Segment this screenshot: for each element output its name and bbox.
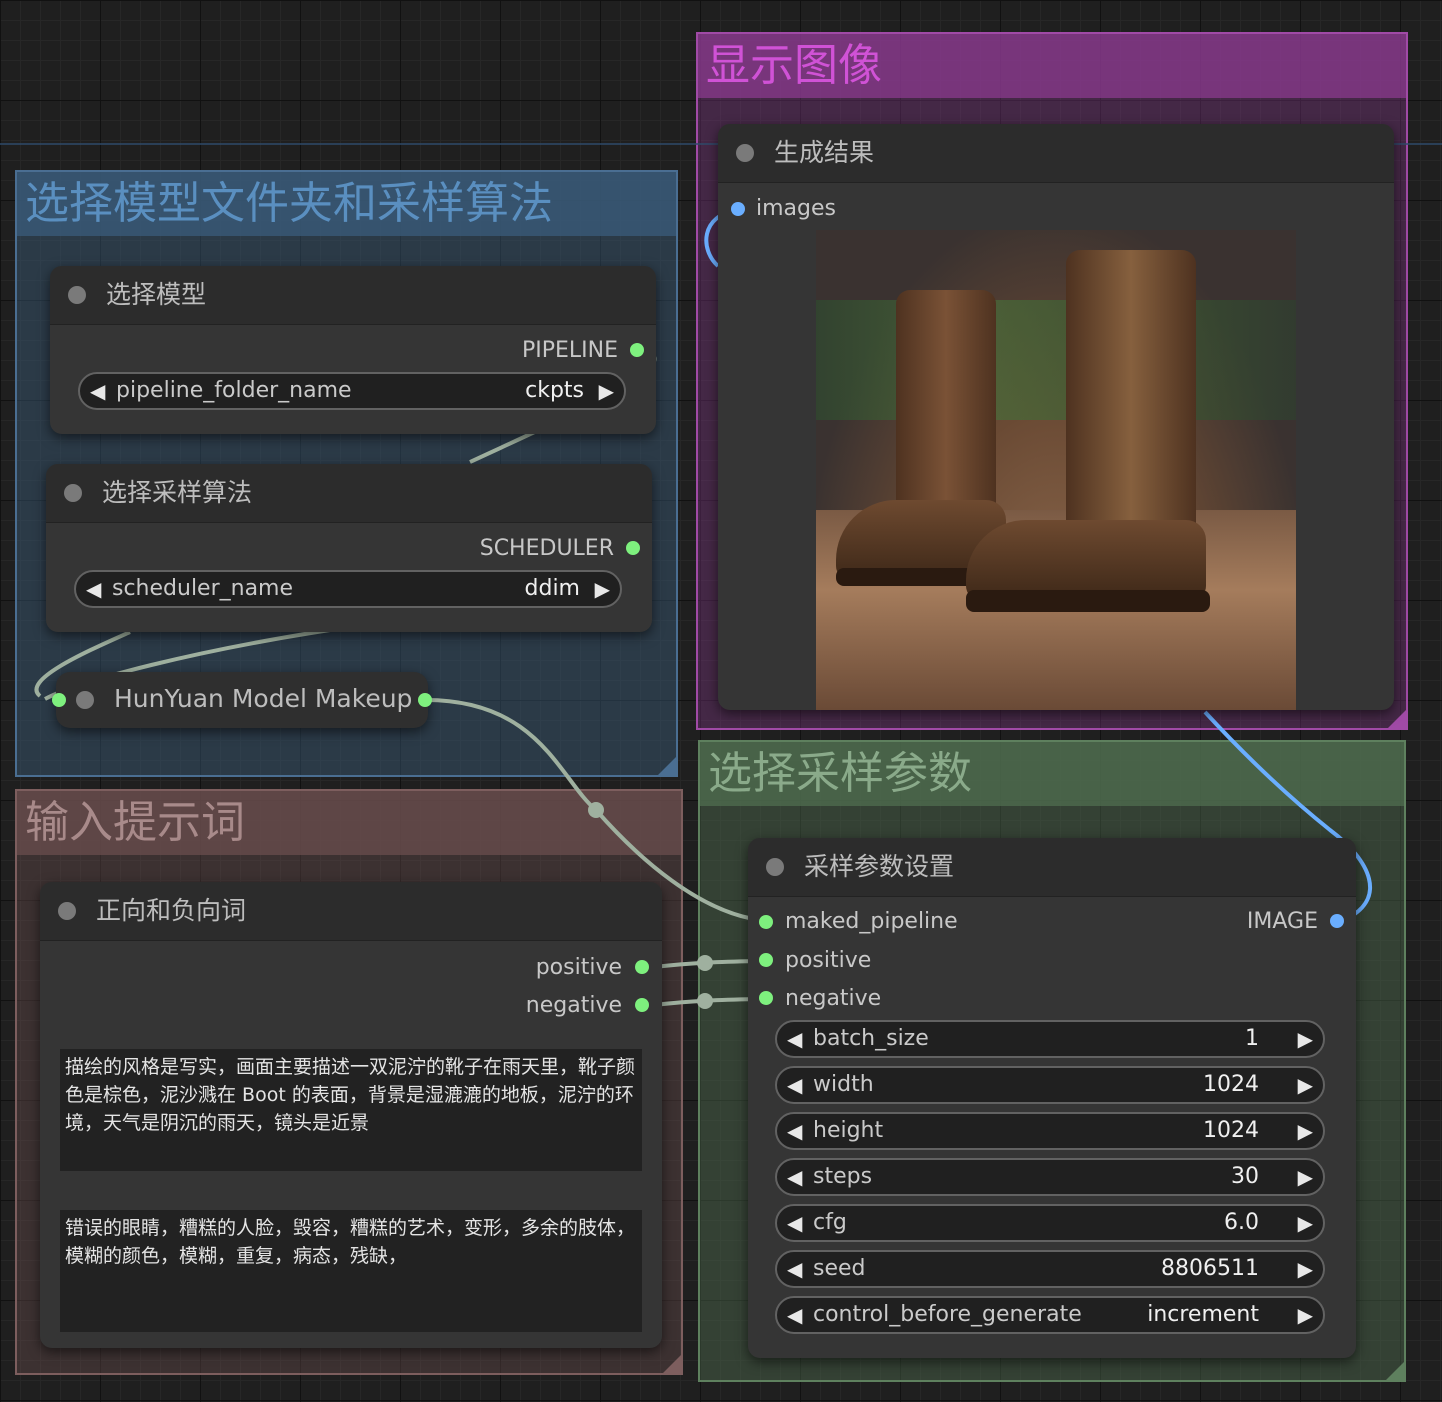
collapse-dot-icon[interactable] <box>68 286 86 304</box>
link-midpoint <box>588 802 604 818</box>
link-midpoint <box>697 993 713 1009</box>
number-steps[interactable]: ◀ steps 30 ▶ <box>775 1158 1325 1196</box>
negative-prompt-textarea[interactable]: 错误的眼睛，糟糕的人脸，毁容，糟糕的艺术，变形，多余的肢体，模糊的颜色，模糊，重… <box>60 1210 642 1332</box>
widget-name: cfg <box>813 1210 847 1235</box>
node-header[interactable]: 选择采样算法 <box>46 464 652 523</box>
output-slot-negative[interactable] <box>635 998 649 1012</box>
decrement-arrow-icon[interactable]: ◀ <box>787 1114 802 1148</box>
node-title: 选择采样算法 <box>102 478 253 507</box>
node-header[interactable]: 正向和负向词 <box>40 882 662 941</box>
link-midpoint <box>697 955 713 971</box>
number-seed[interactable]: ◀ seed 8806511 ▶ <box>775 1250 1325 1288</box>
increment-arrow-icon[interactable]: ▶ <box>599 374 614 408</box>
output-label-negative: negative <box>525 993 622 1018</box>
increment-arrow-icon[interactable]: ▶ <box>1298 1252 1313 1286</box>
output-label-image: IMAGE <box>1246 909 1318 934</box>
decrement-arrow-icon[interactable]: ◀ <box>787 1068 802 1102</box>
input-label-negative: negative <box>785 986 882 1011</box>
node-select-scheduler[interactable]: 选择采样算法 SCHEDULER ◀ scheduler_name ddim ▶ <box>46 464 652 632</box>
collapse-dot-icon[interactable] <box>766 858 784 876</box>
widget-value: ckpts <box>525 378 584 403</box>
widget-name: height <box>813 1118 884 1143</box>
widget-value: 8806511 <box>1161 1256 1259 1281</box>
number-height[interactable]: ◀ height 1024 ▶ <box>775 1112 1325 1150</box>
number-batch-size[interactable]: ◀ batch_size 1 ▶ <box>775 1020 1325 1058</box>
widget-name: scheduler_name <box>112 576 294 601</box>
decrement-arrow-icon[interactable]: ◀ <box>86 572 101 606</box>
widget-name: control_before_generate <box>813 1302 1082 1327</box>
widget-value: 1 <box>1245 1026 1259 1051</box>
decrement-arrow-icon[interactable]: ◀ <box>787 1022 802 1056</box>
increment-arrow-icon[interactable]: ▶ <box>1298 1114 1313 1148</box>
widget-name: seed <box>813 1256 866 1281</box>
increment-arrow-icon[interactable]: ▶ <box>595 572 610 606</box>
node-title: 选择模型 <box>106 280 207 309</box>
input-slot-left[interactable] <box>52 693 66 707</box>
node-title: 正向和负向词 <box>96 896 247 925</box>
increment-arrow-icon[interactable]: ▶ <box>1298 1022 1313 1056</box>
widget-value: ddim <box>524 576 580 601</box>
combo-scheduler-name[interactable]: ◀ scheduler_name ddim ▶ <box>74 570 622 608</box>
output-slot-image[interactable] <box>1330 914 1344 928</box>
positive-prompt-textarea[interactable]: 描绘的风格是写实，画面主要描述一双泥泞的靴子在雨天里，靴子颜色是棕色，泥沙溅在 … <box>60 1049 642 1171</box>
node-sampler-settings[interactable]: 采样参数设置 maked_pipeline IMAGE positive neg… <box>748 838 1356 1358</box>
widget-value: 6.0 <box>1224 1210 1259 1235</box>
node-title: 生成结果 <box>774 138 875 167</box>
input-slot-positive[interactable] <box>759 953 773 967</box>
decrement-arrow-icon[interactable]: ◀ <box>787 1206 802 1240</box>
combo-pipeline-folder-name[interactable]: ◀ pipeline_folder_name ckpts ▶ <box>78 372 626 410</box>
generated-image <box>816 230 1296 710</box>
input-slot-maked-pipeline[interactable] <box>759 915 773 929</box>
node-title: 采样参数设置 <box>804 852 955 881</box>
combo-control-before-generate[interactable]: ◀ control_before_generate increment ▶ <box>775 1296 1325 1334</box>
output-slot-pipeline[interactable] <box>630 343 644 357</box>
input-label-maked-pipeline: maked_pipeline <box>785 909 958 934</box>
input-label-positive: positive <box>785 948 872 973</box>
node-hunyuan-model-makeup[interactable]: HunYuan Model Makeup <box>52 672 432 728</box>
node-prompts[interactable]: 正向和负向词 positive negative 描绘的风格是写实，画面主要描述… <box>40 882 662 1348</box>
decrement-arrow-icon[interactable]: ◀ <box>787 1160 802 1194</box>
widget-value: 30 <box>1231 1164 1259 1189</box>
widget-value: 1024 <box>1203 1118 1259 1143</box>
number-width[interactable]: ◀ width 1024 ▶ <box>775 1066 1325 1104</box>
decrement-arrow-icon[interactable]: ◀ <box>90 374 105 408</box>
output-slot-positive[interactable] <box>635 960 649 974</box>
decrement-arrow-icon[interactable]: ◀ <box>787 1298 802 1332</box>
widget-value: increment <box>1147 1302 1259 1327</box>
widget-name: width <box>813 1072 874 1097</box>
increment-arrow-icon[interactable]: ▶ <box>1298 1298 1313 1332</box>
increment-arrow-icon[interactable]: ▶ <box>1298 1206 1313 1240</box>
node-header[interactable]: 生成结果 <box>718 124 1394 183</box>
node-preview-image[interactable]: 生成结果 images <box>718 124 1394 710</box>
input-slot-images[interactable] <box>731 202 745 216</box>
decrement-arrow-icon[interactable]: ◀ <box>787 1252 802 1286</box>
collapse-dot-icon[interactable] <box>64 484 82 502</box>
collapse-dot-icon[interactable] <box>58 902 76 920</box>
output-slot-right[interactable] <box>418 693 432 707</box>
output-label-pipeline: PIPELINE <box>521 338 618 363</box>
widget-value: 1024 <box>1203 1072 1259 1097</box>
increment-arrow-icon[interactable]: ▶ <box>1298 1160 1313 1194</box>
increment-arrow-icon[interactable]: ▶ <box>1298 1068 1313 1102</box>
node-header[interactable]: 采样参数设置 <box>748 838 1356 897</box>
node-title: HunYuan Model Makeup <box>114 684 413 713</box>
node-select-model[interactable]: 选择模型 PIPELINE ◀ pipeline_folder_name ckp… <box>50 266 656 434</box>
input-label-images: images <box>756 196 836 221</box>
right-boot <box>966 250 1210 620</box>
output-label-positive: positive <box>535 955 622 980</box>
output-label-scheduler: SCHEDULER <box>479 536 614 561</box>
output-slot-scheduler[interactable] <box>626 541 640 555</box>
widget-name: pipeline_folder_name <box>116 378 352 403</box>
collapse-dot-icon[interactable] <box>736 144 754 162</box>
collapse-dot-icon[interactable] <box>76 691 94 709</box>
input-slot-negative[interactable] <box>759 991 773 1005</box>
widget-name: steps <box>813 1164 873 1189</box>
widget-name: batch_size <box>813 1026 929 1051</box>
node-header[interactable]: 选择模型 <box>50 266 656 325</box>
number-cfg[interactable]: ◀ cfg 6.0 ▶ <box>775 1204 1325 1242</box>
